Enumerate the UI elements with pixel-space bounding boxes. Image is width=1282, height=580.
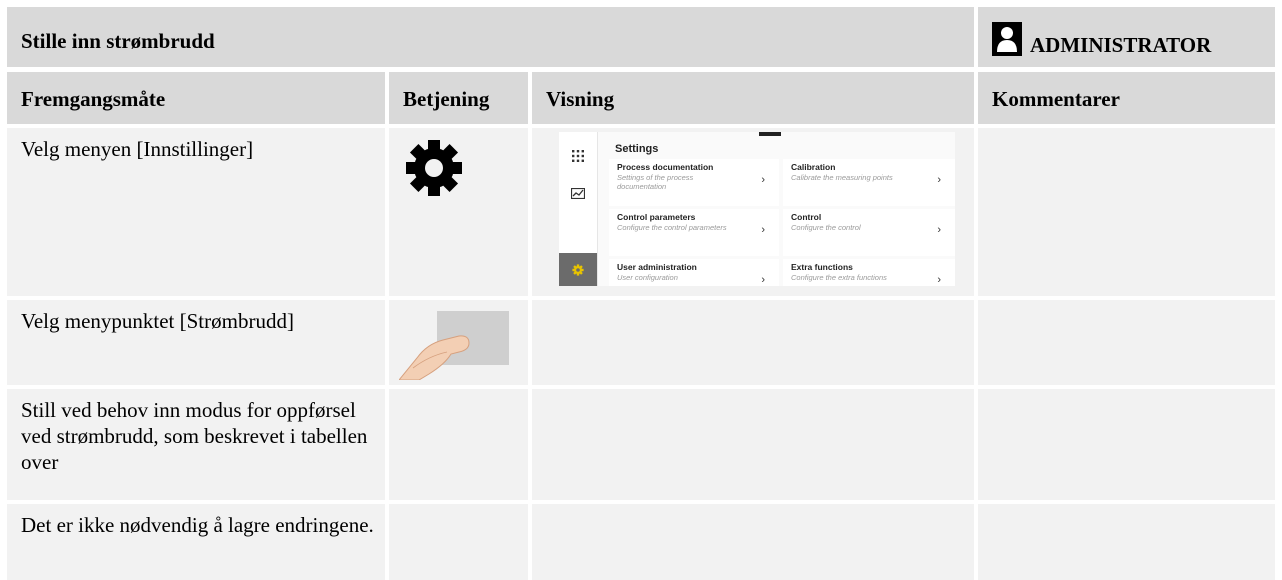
card-title: Control parameters	[617, 212, 696, 222]
chevron-right-icon: ›	[761, 174, 765, 186]
card-title: Process documentation	[617, 162, 714, 172]
comment-cell	[978, 389, 1275, 500]
chevron-right-icon: ›	[937, 224, 941, 236]
chevron-right-icon: ›	[761, 224, 765, 236]
card-desc: Calibrate the measuring points	[791, 173, 893, 182]
card-desc: Configure the control	[791, 223, 861, 232]
menu-card-calibration[interactable]: Calibration Calibrate the measuring poin…	[783, 159, 955, 206]
operation-cell	[389, 300, 528, 385]
column-header-procedure: Fremgangsmåte	[7, 72, 385, 124]
menu-card-user-administration[interactable]: User administration User configuration ›	[609, 259, 779, 286]
gear-icon	[406, 140, 462, 196]
settings-screen: Settings Process documentation Settings …	[559, 132, 955, 286]
column-header-display: Visning	[532, 72, 974, 124]
step-text: Det er ikke nødvendig å lagre endringene…	[7, 504, 385, 580]
step-text: Velg menypunktet [Strømbrudd]	[7, 300, 385, 385]
display-cell: Settings Process documentation Settings …	[532, 128, 974, 296]
menu-card-control-parameters[interactable]: Control parameters Configure the control…	[609, 209, 779, 256]
operation-cell	[389, 389, 528, 500]
comment-cell	[978, 504, 1275, 580]
card-title: Calibration	[791, 162, 836, 172]
card-title: User administration	[617, 262, 697, 272]
card-desc: Settings of the process documentation	[617, 173, 694, 191]
column-header-operation: Betjening	[389, 72, 528, 124]
finger-tap-icon	[399, 311, 509, 380]
apps-grid-icon[interactable]	[559, 141, 597, 171]
chart-icon[interactable]	[559, 178, 597, 208]
operation-cell	[389, 504, 528, 580]
comment-cell	[978, 128, 1275, 296]
screen-top-tab	[759, 132, 781, 136]
role-label: ADMINISTRATOR	[1030, 33, 1212, 57]
screen-title: Settings	[615, 143, 659, 155]
display-cell	[532, 504, 974, 580]
chevron-right-icon: ›	[937, 174, 941, 186]
display-cell	[532, 300, 974, 385]
role-box: ADMINISTRATOR	[978, 7, 1275, 67]
instruction-page: Stille inn strømbrudd ADMINISTRATOR Frem…	[0, 0, 1282, 580]
step-text: Still ved behov inn modus for oppførsel …	[7, 389, 385, 500]
chevron-right-icon: ›	[761, 274, 765, 286]
menu-card-control[interactable]: Control Configure the control ›	[783, 209, 955, 256]
chevron-right-icon: ›	[937, 274, 941, 286]
card-title: Extra functions	[791, 262, 853, 272]
card-title: Control	[791, 212, 822, 222]
step-text: Velg menyen [Innstillinger]	[7, 128, 385, 296]
card-desc: Configure the extra functions	[791, 273, 887, 282]
card-desc: User configuration	[617, 273, 678, 282]
card-desc: Configure the control parameters	[617, 223, 727, 232]
user-icon	[992, 22, 1022, 56]
page-title: Stille inn strømbrudd	[21, 29, 215, 53]
settings-gear-icon[interactable]	[559, 253, 597, 286]
column-header-comments: Kommentarer	[978, 72, 1275, 124]
title-bar: Stille inn strømbrudd	[7, 7, 974, 67]
display-cell	[532, 389, 974, 500]
menu-card-extra-functions[interactable]: Extra functions Configure the extra func…	[783, 259, 955, 286]
operation-cell	[389, 128, 528, 296]
menu-card-process-documentation[interactable]: Process documentation Settings of the pr…	[609, 159, 779, 206]
screen-sidebar	[559, 132, 598, 286]
comment-cell	[978, 300, 1275, 385]
